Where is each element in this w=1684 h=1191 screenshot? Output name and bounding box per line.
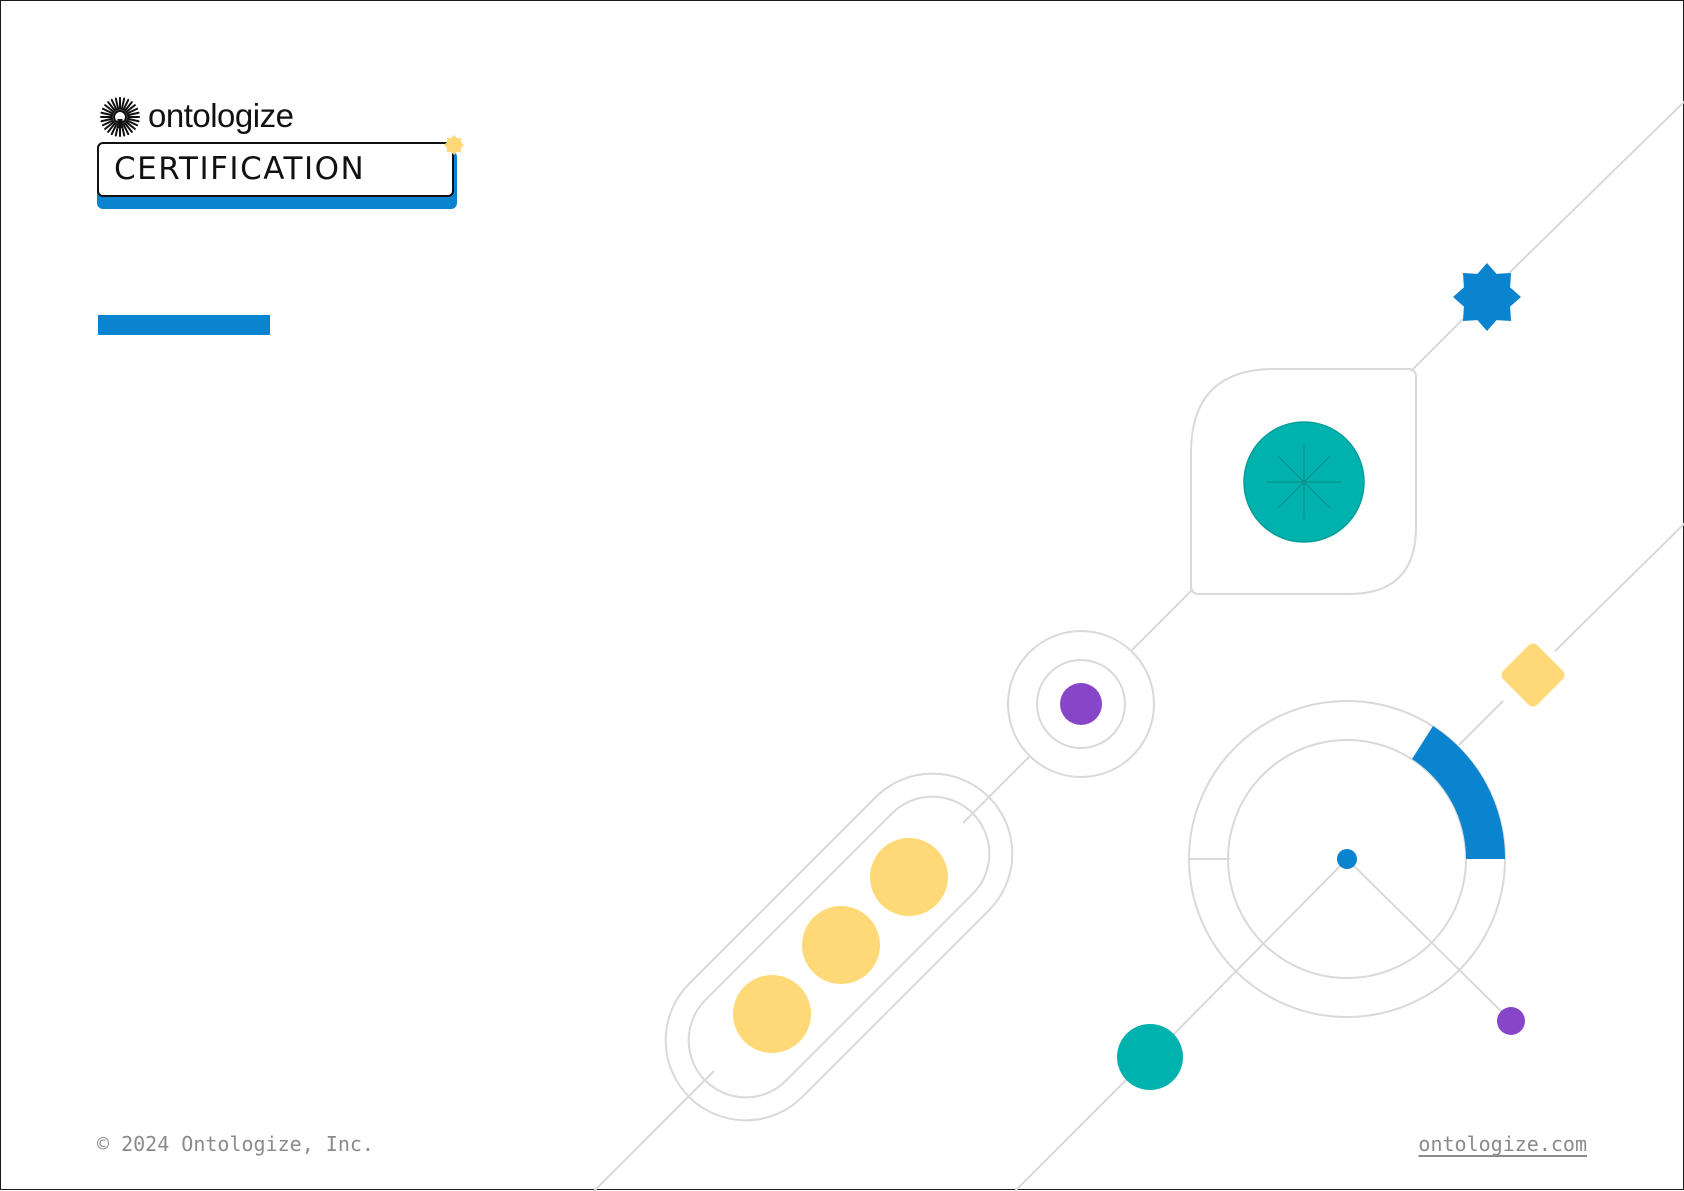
footer-copyright: © 2024 Ontologize, Inc.	[97, 1132, 374, 1156]
footer-website-link[interactable]: ontologize.com	[1418, 1132, 1587, 1156]
diagonal-line-segment	[1130, 588, 1194, 652]
yellow-dot	[733, 975, 811, 1053]
yellow-diamond	[1501, 643, 1565, 707]
yellow-dot	[870, 838, 948, 916]
decorative-illustration	[593, 100, 1684, 1191]
gauge-hub-dot	[1337, 849, 1357, 869]
certificate-page: ontologize CERTIFICATION © 2024 Ontologi…	[0, 0, 1684, 1191]
diagonal-line-segment	[1508, 100, 1684, 274]
purple-dot	[1060, 683, 1102, 725]
diagonal-line-segment	[593, 1070, 715, 1191]
diagonal-line-segment	[1554, 522, 1684, 652]
purple-dot-small	[1497, 1007, 1525, 1035]
yellow-dot	[802, 906, 880, 984]
diagonal-line-segment	[1170, 858, 1348, 1038]
connector-line	[1346, 858, 1512, 1022]
diagonal-line-segment	[1458, 700, 1504, 746]
diagonal-line-segment	[1014, 1078, 1128, 1191]
diagonal-line-segment	[1410, 318, 1464, 372]
asterisk-icon	[1267, 445, 1341, 519]
blue-star-icon	[1453, 263, 1521, 331]
teal-dot	[1117, 1024, 1183, 1090]
